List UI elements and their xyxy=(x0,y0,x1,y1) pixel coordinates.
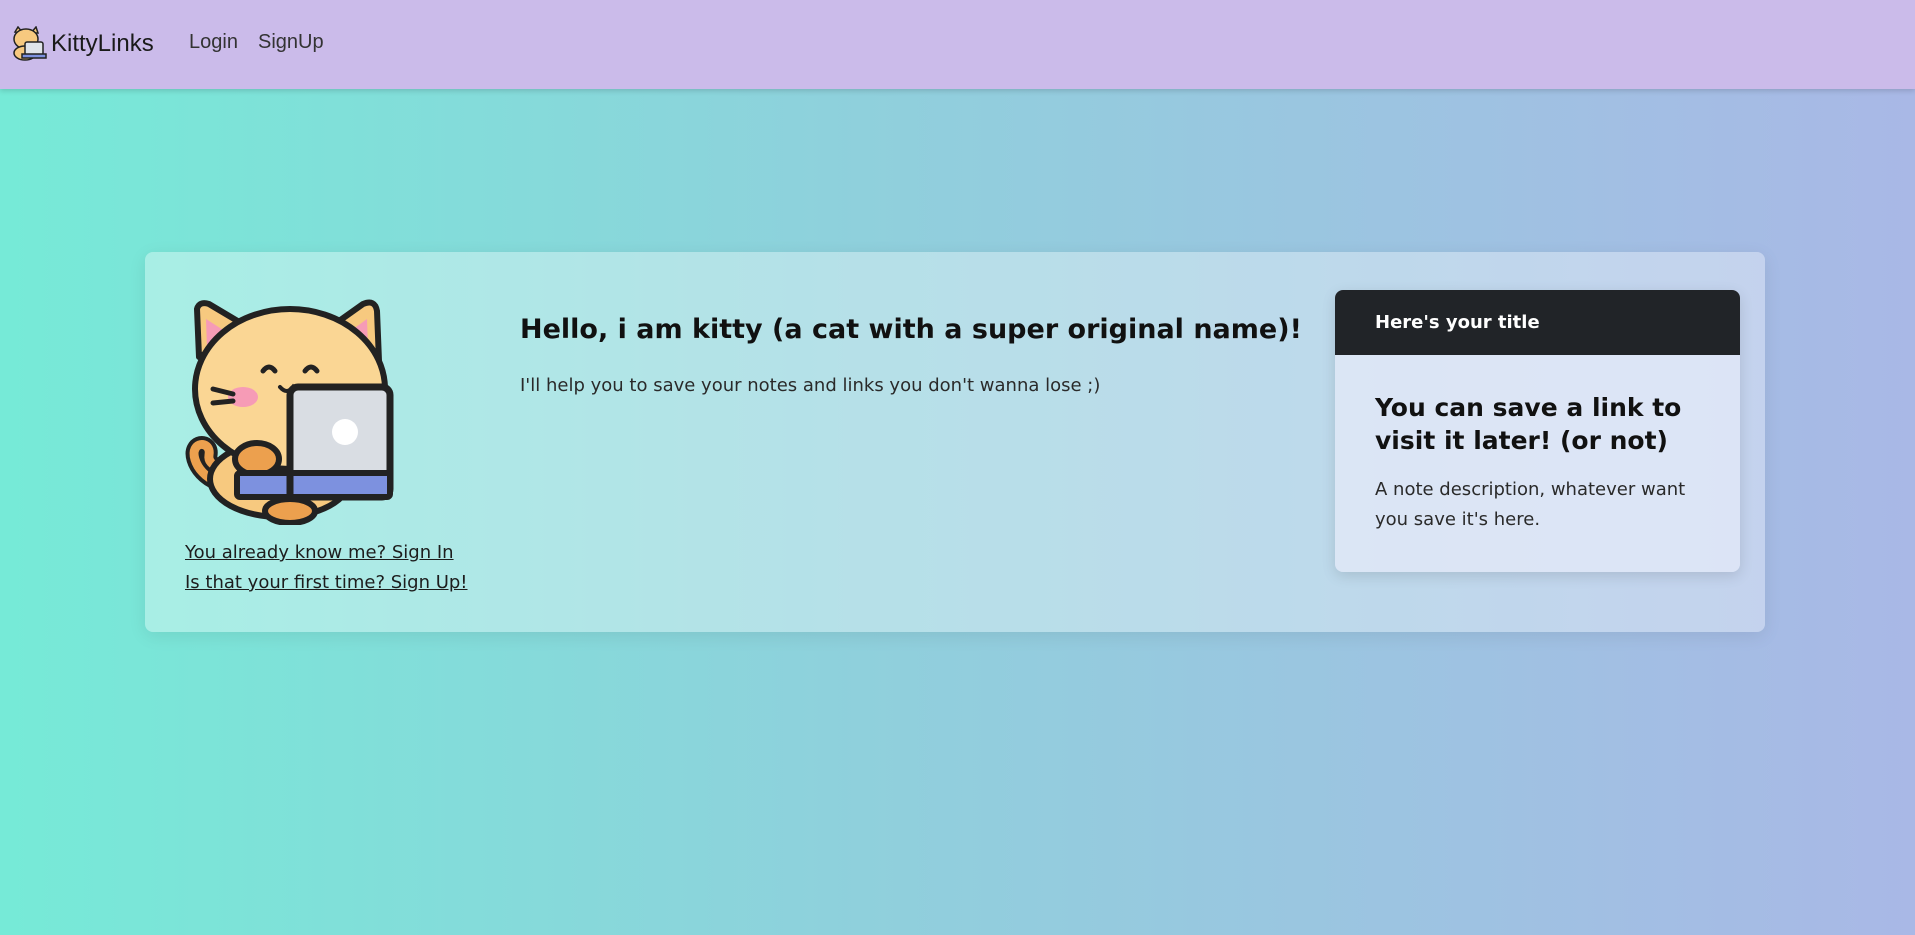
hero-title: Hello, i am kitty (a cat with a super or… xyxy=(520,314,1302,345)
note-card-header: Here's your title xyxy=(1335,290,1740,355)
brand-name: KittyLinks xyxy=(51,30,154,57)
sign-in-link[interactable]: You already know me? Sign In xyxy=(185,542,454,563)
cat-laptop-icon xyxy=(13,26,47,61)
cat-with-laptop-illustration xyxy=(185,299,394,525)
hero-card: You already know me? Sign In Is that you… xyxy=(145,252,1765,632)
note-card-description: A note description, whatever want you sa… xyxy=(1375,479,1686,530)
nav-login-link[interactable]: Login xyxy=(189,31,238,54)
nav-signup-link[interactable]: SignUp xyxy=(258,31,324,54)
sign-up-link[interactable]: Is that your first time? Sign Up! xyxy=(185,572,468,593)
example-note-card: Here's your title You can save a link to… xyxy=(1335,290,1740,572)
hero-lead-text: I'll help you to save your notes and lin… xyxy=(520,375,1101,396)
brand-link[interactable]: KittyLinks xyxy=(9,26,154,62)
top-navbar: KittyLinks Login SignUp xyxy=(0,0,1915,89)
note-card-title: You can save a link to visit it later! (… xyxy=(1375,393,1682,455)
